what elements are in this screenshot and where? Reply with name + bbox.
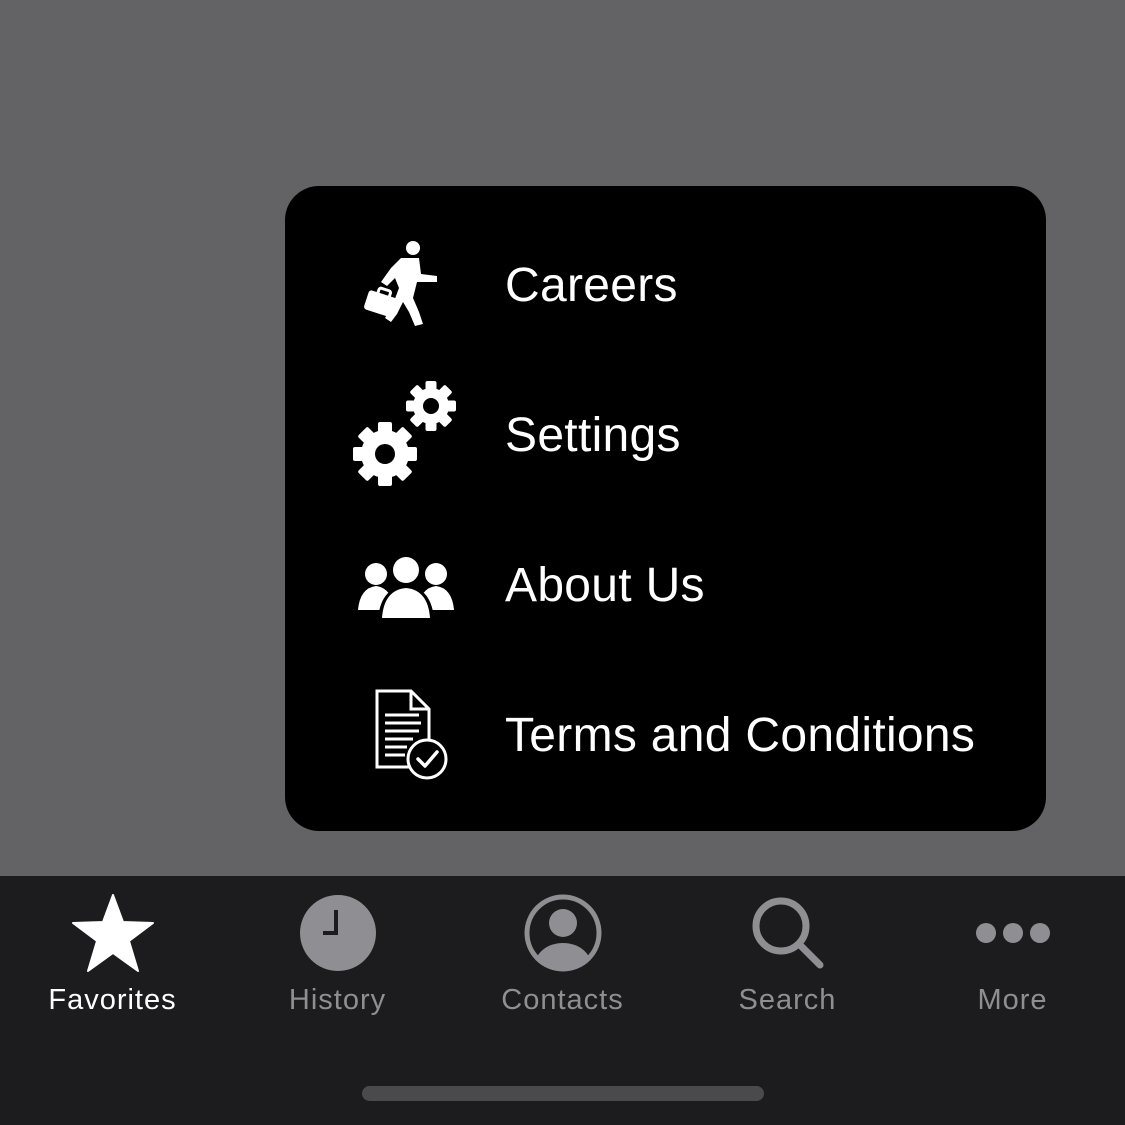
star-icon bbox=[68, 890, 158, 976]
document-check-icon bbox=[351, 680, 461, 790]
tab-favorites[interactable]: Favorites bbox=[0, 876, 225, 1026]
menu-item-about-us[interactable]: About Us bbox=[285, 510, 1046, 660]
home-indicator[interactable] bbox=[362, 1086, 764, 1101]
magnifier-icon bbox=[743, 890, 833, 976]
group-icon bbox=[351, 530, 461, 640]
menu-item-label: About Us bbox=[505, 558, 705, 612]
menu-item-label: Settings bbox=[505, 408, 681, 462]
menu-item-label: Terms and Conditions bbox=[505, 708, 976, 762]
tab-label: History bbox=[288, 984, 387, 1016]
ellipsis-icon bbox=[968, 890, 1058, 976]
tab-label: Favorites bbox=[48, 984, 177, 1016]
menu-item-label: Careers bbox=[505, 258, 678, 312]
tab-label: Search bbox=[738, 984, 837, 1016]
tab-label: More bbox=[977, 984, 1048, 1016]
menu-item-settings[interactable]: Settings bbox=[285, 360, 1046, 510]
menu-item-careers[interactable]: Careers bbox=[285, 210, 1046, 360]
screen: Careers Settings About Us Terms and Cond… bbox=[0, 0, 1125, 1125]
clock-icon bbox=[293, 890, 383, 976]
menu-item-terms[interactable]: Terms and Conditions bbox=[285, 660, 1046, 810]
gears-icon bbox=[351, 380, 461, 490]
tab-search[interactable]: Search bbox=[675, 876, 900, 1026]
tab-more[interactable]: More bbox=[900, 876, 1125, 1026]
person-circle-icon bbox=[518, 890, 608, 976]
tab-label: Contacts bbox=[501, 984, 624, 1016]
more-menu-popover: Careers Settings About Us Terms and Cond… bbox=[285, 186, 1046, 831]
briefcase-runner-icon bbox=[351, 230, 461, 340]
tab-history[interactable]: History bbox=[225, 876, 450, 1026]
tab-contacts[interactable]: Contacts bbox=[450, 876, 675, 1026]
